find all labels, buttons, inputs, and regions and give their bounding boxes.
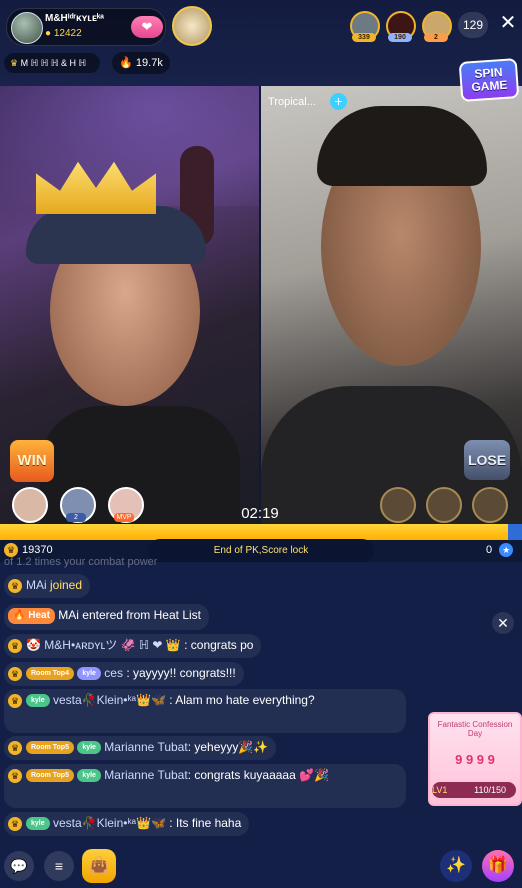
chat-message[interactable]: ♛ kyle vesta🥀Klein•ᵏᵃ👑🦋 : Alam mo hate ev… <box>4 689 406 733</box>
win-badge: WIN <box>10 440 54 482</box>
room-top-badge: Room Top4 <box>26 667 74 681</box>
left-supporter-1[interactable] <box>12 487 48 523</box>
fan-badge: kyle <box>26 694 50 708</box>
host-avatar[interactable] <box>11 12 43 44</box>
viewer-count[interactable]: 129 <box>458 12 488 38</box>
chat-user-name[interactable]: ces <box>104 666 123 680</box>
chat-user-name[interactable]: Marianne Tubat <box>104 740 187 754</box>
fan-badge: kyle <box>77 741 101 755</box>
gift-icon[interactable]: 🎁 <box>482 850 514 882</box>
crown-icon: ♛ <box>8 768 22 783</box>
pk-timer: 02:19 <box>241 505 279 522</box>
lose-badge: LOSE <box>464 440 510 480</box>
crown-icon: ♛ <box>8 666 22 681</box>
crown-icon: ♛ <box>8 578 22 593</box>
room-top-badge: Room Top5 <box>26 769 74 783</box>
promo-numbers: 9 9 9 9 <box>455 752 495 767</box>
crown-icon: ♛ <box>8 693 22 708</box>
chat-message[interactable]: ♛ MAi joined <box>4 574 91 598</box>
chat-partial-line: of 1.2 times your combat power <box>4 556 158 568</box>
chat-message-text: joined <box>46 578 83 592</box>
right-score-value: 0 <box>486 543 493 556</box>
host-coins: ● 12422 <box>45 28 82 39</box>
chat-message[interactable]: 🔥 Heat MAi entered from Heat List <box>4 604 209 630</box>
chat-message-text: : congrats kuyaaaaa 💕🎉 <box>187 768 329 782</box>
promo-title: Fantastic Confession Day <box>437 720 513 738</box>
family-tag[interactable]: ♛ M ℍ ℍ ℍ & H ℍ <box>4 53 100 73</box>
heat-value: 19.7k <box>135 57 163 69</box>
chat-message-text: MAi entered from Heat List <box>58 608 201 622</box>
left-score: ♛ 19370 <box>4 543 53 557</box>
chat-user-name[interactable]: 🤡 M&H•ᴀʀᴅʏʟツ 🦑 ℍ ❤ 👑 <box>26 638 181 652</box>
pk-close-icon[interactable]: ✕ <box>492 612 514 634</box>
spin-game-button[interactable]: SPIN GAME <box>458 58 520 102</box>
top-viewer-badge-2: 190 <box>388 33 412 42</box>
crown-icon: ♛ <box>8 638 22 653</box>
chat-user-name[interactable]: vesta🥀Klein•ᵏᵃ👑🦋 <box>53 693 166 707</box>
crown-icon: ♛ <box>8 816 22 831</box>
right-score: 0 ★ <box>486 543 517 557</box>
heat-badge-label: Heat <box>28 609 50 621</box>
host-coin-count: 12422 <box>53 28 82 39</box>
chat-message[interactable]: ♛ Room Top5 kyle Marianne Tubat: congrats… <box>4 764 406 808</box>
chat-message[interactable]: ♛ Room Top5 kyle Marianne Tubat: yeheyyy🎉… <box>4 736 277 760</box>
chat-message[interactable]: ♛ kyle vesta🥀Klein•ᵏᵃ👑🦋 : Its fine haha <box>4 812 250 836</box>
star-icon: ★ <box>499 543 514 557</box>
room-top-badge: Room Top5 <box>26 741 74 755</box>
chat-user-name[interactable]: MAi <box>26 578 47 592</box>
bag-icon[interactable]: 👜 <box>82 849 116 883</box>
crown-icon: ♛ <box>4 543 18 557</box>
game-label: GAME <box>470 77 508 95</box>
chat-message-text: : congrats po <box>180 638 254 652</box>
chat-message-text: : yayyyy!! congrats!!! <box>126 666 236 680</box>
promo-level: LV1 <box>432 785 448 795</box>
close-icon[interactable]: ✕ <box>496 10 520 36</box>
top-viewer-badge-1: 339 <box>352 33 376 42</box>
chat-user-name[interactable]: Marianne Tubat <box>104 768 187 782</box>
fire-icon: 🔥 <box>119 57 133 69</box>
chat-message-text: : Alam mo hate everything? <box>165 693 315 707</box>
crown-icon: ♛ <box>10 58 19 68</box>
follow-button[interactable]: ❤ <box>131 16 163 38</box>
pk-score-bar-left <box>0 524 508 540</box>
chat-user-name[interactable]: vesta🥀Klein•ᵏᵃ👑🦋 <box>53 816 166 830</box>
chat-message-text: : yeheyyy🎉✨ <box>187 740 269 754</box>
right-stream-title[interactable]: Tropical... <box>268 92 316 112</box>
left-score-value: 19370 <box>22 543 53 556</box>
pk-status: End of PK,Score lock <box>148 539 374 563</box>
mvp-label: MVP <box>114 513 134 522</box>
host-info-pill[interactable]: M&Hᴵᵈʳᴋʏʟᴇᵏᵃ ● 12422 ❤ <box>6 8 166 46</box>
right-supporter-3[interactable] <box>472 487 508 523</box>
heat-pill[interactable]: 🔥 19.7k <box>112 52 170 74</box>
family-tag-text: M ℍ ℍ ℍ & H ℍ <box>20 58 87 68</box>
cap <box>26 206 206 264</box>
heat-badge: 🔥 Heat <box>8 607 55 624</box>
fan-badge: kyle <box>26 817 50 831</box>
chat-message-text: : Its fine haha <box>165 816 242 830</box>
fan-badge: kyle <box>77 667 101 681</box>
right-supporter-1[interactable] <box>380 487 416 523</box>
crown-icon: ♛ <box>8 740 22 755</box>
host-name: M&Hᴵᵈʳᴋʏʟᴇᵏᵃ <box>45 13 105 24</box>
right-supporter-2[interactable] <box>426 487 462 523</box>
chat-icon[interactable]: 💬 <box>4 851 34 881</box>
fan-badge: kyle <box>77 769 101 783</box>
top-viewer-badge-3: 2 <box>424 33 448 42</box>
right-host-hair <box>317 106 487 186</box>
magic-wand-icon[interactable]: ✨ <box>440 850 472 882</box>
add-follow-icon[interactable]: + <box>330 93 347 110</box>
menu-icon[interactable]: ≡ <box>44 851 74 881</box>
chat-message[interactable]: ♛ Room Top4 kyle ces : yayyyy!! congrats!… <box>4 662 244 686</box>
chat-message[interactable]: ♛ 🤡 M&H•ᴀʀᴅʏʟツ 🦑 ℍ ❤ 👑 : congrats po <box>4 634 262 658</box>
left-supporter-2-label: 2 <box>66 513 86 522</box>
guest-avatar[interactable] <box>172 6 212 46</box>
